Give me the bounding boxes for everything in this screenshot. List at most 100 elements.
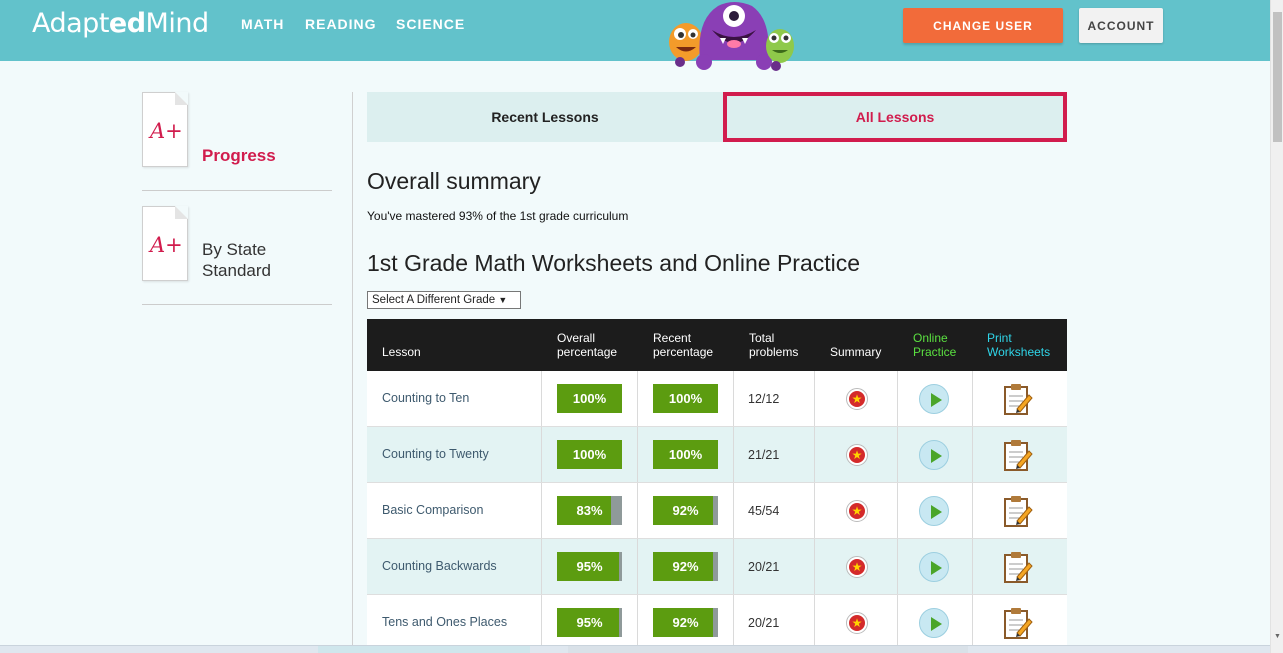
nav-math[interactable]: MATH <box>241 16 284 32</box>
lesson-link[interactable]: Basic Comparison <box>382 503 483 517</box>
play-icon[interactable] <box>919 608 949 638</box>
lessons-table: Lesson Overall percentage Recent percentag… <box>367 319 1067 651</box>
column-divider <box>541 371 542 426</box>
vertical-scrollbar[interactable]: ▼ <box>1270 0 1283 653</box>
lesson-link[interactable]: Counting to Twenty <box>382 447 489 461</box>
col-online-practice-header: Online Practice <box>913 331 957 359</box>
mastery-summary-text: You've mastered 93% of the 1st grade cur… <box>367 209 629 223</box>
tab-recent-lessons[interactable]: Recent Lessons <box>367 92 723 142</box>
overall-percentage-bar: 100% <box>557 440 622 469</box>
col-recent-header: Recent percentage <box>653 331 714 359</box>
star-badge-icon[interactable]: ★ <box>846 612 868 634</box>
recent-percentage-bar: 100% <box>653 384 718 413</box>
sidebar-item-label: Progress <box>202 146 276 165</box>
recent-percentage-bar: 100% <box>653 440 718 469</box>
star-badge-icon[interactable]: ★ <box>846 388 868 410</box>
table-row: Counting Backwards 95% 92% 20/21 ★ <box>367 539 1067 595</box>
nav-science[interactable]: SCIENCE <box>396 16 465 32</box>
column-divider <box>637 427 638 482</box>
sidebar-item-progress[interactable]: A+ Progress <box>142 92 332 191</box>
play-icon[interactable] <box>919 552 949 582</box>
nav-reading[interactable]: READING <box>305 16 377 32</box>
top-header: AdaptedMind MATH READING SCIENCE CHANGE … <box>0 0 1270 71</box>
total-problems: 20/21 <box>748 616 780 630</box>
change-user-button[interactable]: CHANGE USER <box>903 8 1063 43</box>
play-icon[interactable] <box>919 384 949 414</box>
lesson-link[interactable]: Counting Backwards <box>382 559 497 573</box>
scrollbar-thumb[interactable] <box>1273 12 1282 142</box>
grade-heading: 1st Grade Math Worksheets and Online Pra… <box>367 250 861 276</box>
table-body: Counting to Ten 100% 100% 12/12 ★ Counting to… <box>367 371 1067 651</box>
column-divider <box>897 483 898 538</box>
star-badge-icon[interactable]: ★ <box>846 500 868 522</box>
adaptedmind-logo[interactable]: AdaptedMind <box>32 8 209 39</box>
column-divider <box>897 371 898 426</box>
table-row: Tens and Ones Places 95% 92% 20/21 ★ <box>367 595 1067 651</box>
lesson-link[interactable]: Tens and Ones Places <box>382 615 507 629</box>
star-badge-icon[interactable]: ★ <box>846 444 868 466</box>
column-divider <box>897 539 898 594</box>
worksheet-pencil-icon[interactable] <box>1003 550 1033 584</box>
sidebar-item-by-state-standard[interactable]: A+ By State Standard <box>142 206 332 305</box>
column-divider <box>897 595 898 650</box>
star-badge-icon[interactable]: ★ <box>846 556 868 578</box>
column-divider <box>541 483 542 538</box>
table-row: Counting to Ten 100% 100% 12/12 ★ <box>367 371 1067 427</box>
worksheet-pencil-icon[interactable] <box>1003 382 1033 416</box>
column-divider <box>733 595 734 650</box>
overall-percentage-bar: 95% <box>557 608 622 637</box>
worksheet-pencil-icon[interactable] <box>1003 606 1033 640</box>
column-divider <box>637 371 638 426</box>
total-problems: 12/12 <box>748 392 780 406</box>
col-overall-header: Overall percentage <box>557 331 618 359</box>
column-divider <box>637 539 638 594</box>
column-divider <box>814 427 815 482</box>
col-total-header: Total problems <box>749 331 799 359</box>
sidebar-item-label: By State Standard <box>202 240 271 280</box>
column-divider <box>637 595 638 650</box>
worksheet-pencil-icon[interactable] <box>1003 438 1033 472</box>
recent-percentage-bar: 92% <box>653 496 718 525</box>
scroll-down-arrow-icon[interactable]: ▼ <box>1273 632 1282 641</box>
total-problems: 45/54 <box>748 504 780 518</box>
column-divider <box>972 427 973 482</box>
report-card-icon: A+ <box>142 206 188 281</box>
recent-percentage-bar: 92% <box>653 608 718 637</box>
col-summary-header: Summary <box>830 345 882 359</box>
total-problems: 20/21 <box>748 560 780 574</box>
play-icon[interactable] <box>919 440 949 470</box>
overall-percentage-bar: 100% <box>557 384 622 413</box>
overall-percentage-bar: 83% <box>557 496 622 525</box>
column-divider <box>897 427 898 482</box>
column-divider <box>733 371 734 426</box>
taskbar-item[interactable] <box>568 646 968 653</box>
overall-summary-heading: Overall summary <box>367 168 541 194</box>
column-divider <box>814 595 815 650</box>
column-divider <box>541 427 542 482</box>
column-divider <box>814 539 815 594</box>
play-icon[interactable] <box>919 496 949 526</box>
dropdown-arrow-icon: ▼ <box>498 295 508 305</box>
column-divider <box>733 483 734 538</box>
taskbar-item[interactable] <box>318 646 530 653</box>
grade-select-dropdown[interactable]: Select A Different Grade ▼ <box>367 291 521 309</box>
col-print-worksheets-header: Print Worksheets <box>987 331 1051 359</box>
column-divider <box>972 371 973 426</box>
lesson-link[interactable]: Counting to Ten <box>382 391 469 405</box>
recent-percentage-bar: 92% <box>653 552 718 581</box>
table-row: Counting to Twenty 100% 100% 21/21 ★ <box>367 427 1067 483</box>
column-divider <box>733 539 734 594</box>
tab-all-lessons[interactable]: All Lessons <box>723 92 1067 142</box>
table-row: Basic Comparison 83% 92% 45/54 ★ <box>367 483 1067 539</box>
worksheet-pencil-icon[interactable] <box>1003 494 1033 528</box>
overall-percentage-bar: 95% <box>557 552 622 581</box>
column-divider <box>972 539 973 594</box>
monster-mascots-illustration <box>669 2 794 71</box>
column-divider <box>814 483 815 538</box>
table-header: Lesson Overall percentage Recent percentag… <box>367 319 1067 371</box>
account-button[interactable]: ACCOUNT <box>1079 8 1163 43</box>
column-divider <box>637 483 638 538</box>
total-problems: 21/21 <box>748 448 780 462</box>
taskbar <box>0 645 1270 653</box>
column-divider <box>541 539 542 594</box>
